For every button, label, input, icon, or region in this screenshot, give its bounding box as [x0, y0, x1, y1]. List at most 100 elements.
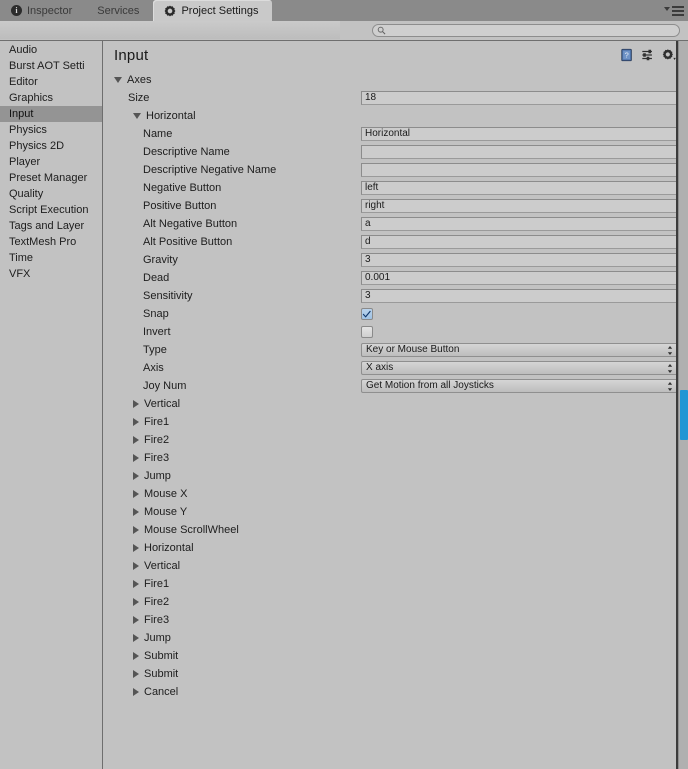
axis-foldout-row[interactable]: Vertical: [103, 395, 688, 413]
axis-foldout-fire2-2[interactable]: Fire2: [103, 596, 169, 608]
axis-foldout-row[interactable]: Horizontal: [103, 539, 688, 557]
sidebar-item-input[interactable]: Input: [0, 106, 102, 122]
axis-foldout-row[interactable]: Mouse X: [103, 485, 688, 503]
axis-foldout-row[interactable]: Cancel: [103, 683, 688, 701]
sidebar-item-quality[interactable]: Quality: [0, 186, 102, 202]
axis-foldout-jump-2[interactable]: Jump: [103, 632, 171, 644]
axis-foldout-row[interactable]: Vertical: [103, 557, 688, 575]
alt-positive-button-input[interactable]: d: [361, 235, 678, 249]
axis-foldout-mouse-scrollwheel[interactable]: Mouse ScrollWheel: [103, 524, 239, 536]
axis-foldout-row[interactable]: Mouse Y: [103, 503, 688, 521]
chevron-right-icon[interactable]: [133, 562, 139, 570]
preset-icon[interactable]: [641, 48, 655, 62]
settings-category-list[interactable]: Audio Burst AOT Setti Editor Graphics In…: [0, 41, 103, 769]
axis-foldout-submit[interactable]: Submit: [103, 650, 178, 662]
sidebar-item-audio[interactable]: Audio: [0, 42, 102, 58]
axis-foldout-fire2[interactable]: Fire2: [103, 434, 169, 446]
sidebar-item-tags-and-layers[interactable]: Tags and Layer: [0, 218, 102, 234]
descriptive-name-input[interactable]: [361, 145, 678, 159]
sidebar-item-script-execution[interactable]: Script Execution: [0, 202, 102, 218]
sidebar-item-time[interactable]: Time: [0, 250, 102, 266]
axis-horizontal-foldout-row[interactable]: Horizontal: [103, 107, 688, 125]
axis-foldout-row[interactable]: Mouse ScrollWheel: [103, 521, 688, 539]
sidebar-item-burst-aot[interactable]: Burst AOT Setti: [0, 58, 102, 74]
axis-foldout-horizontal-2[interactable]: Horizontal: [103, 542, 194, 554]
axis-foldout-vertical[interactable]: Vertical: [103, 398, 180, 410]
search-input[interactable]: [386, 25, 659, 36]
axis-foldout-fire1[interactable]: Fire1: [103, 416, 169, 428]
chevron-right-icon[interactable]: [133, 688, 139, 696]
axis-foldout-row[interactable]: Fire1: [103, 413, 688, 431]
chevron-right-icon[interactable]: [133, 418, 139, 426]
axis-foldout-row[interactable]: Fire2: [103, 593, 688, 611]
axis-foldout-fire3[interactable]: Fire3: [103, 452, 169, 464]
chevron-down-icon[interactable]: [114, 77, 122, 83]
axis-foldout-row[interactable]: Fire2: [103, 431, 688, 449]
axis-dropdown[interactable]: X axis: [361, 361, 678, 375]
chevron-right-icon[interactable]: [133, 526, 139, 534]
axis-foldout-row[interactable]: Submit: [103, 665, 688, 683]
type-dropdown[interactable]: Key or Mouse Button: [361, 343, 678, 357]
joy-num-dropdown[interactable]: Get Motion from all Joysticks: [361, 379, 678, 393]
sidebar-item-editor[interactable]: Editor: [0, 74, 102, 90]
sidebar-item-physics[interactable]: Physics: [0, 122, 102, 138]
tab-inspector[interactable]: i Inspector: [0, 0, 86, 21]
chevron-right-icon[interactable]: [133, 670, 139, 678]
chevron-right-icon[interactable]: [133, 472, 139, 480]
search-field[interactable]: [372, 24, 680, 37]
axes-foldout-row[interactable]: Axes: [103, 71, 688, 89]
sidebar-item-player[interactable]: Player: [0, 154, 102, 170]
tab-project-settings[interactable]: Project Settings: [153, 0, 273, 21]
sensitivity-input[interactable]: 3: [361, 289, 678, 303]
chevron-right-icon[interactable]: [133, 652, 139, 660]
tab-services[interactable]: Services: [86, 0, 153, 21]
window-menu-button[interactable]: [658, 3, 684, 18]
axis-foldout-jump[interactable]: Jump: [103, 470, 171, 482]
axis-foldout-row[interactable]: Jump: [103, 629, 688, 647]
chevron-right-icon[interactable]: [133, 400, 139, 408]
gravity-input[interactable]: 3: [361, 253, 678, 267]
axis-foldout-row[interactable]: Submit: [103, 647, 688, 665]
axis-foldout-row[interactable]: Fire3: [103, 611, 688, 629]
axis-foldout-row[interactable]: Jump: [103, 467, 688, 485]
invert-checkbox[interactable]: [361, 326, 373, 338]
sidebar-item-textmesh-pro[interactable]: TextMesh Pro: [0, 234, 102, 250]
sidebar-item-vfx[interactable]: VFX: [0, 266, 102, 282]
snap-checkbox[interactable]: [361, 308, 373, 320]
chevron-down-icon[interactable]: [133, 113, 141, 119]
name-input[interactable]: Horizontal: [361, 127, 678, 141]
vertical-scrollbar[interactable]: [678, 41, 688, 769]
descriptive-negative-name-input[interactable]: [361, 163, 678, 177]
chevron-right-icon[interactable]: [133, 490, 139, 498]
axis-foldout-row[interactable]: Fire1: [103, 575, 688, 593]
negative-button-input[interactable]: left: [361, 181, 678, 195]
chevron-right-icon[interactable]: [133, 634, 139, 642]
chevron-right-icon[interactable]: [133, 436, 139, 444]
chevron-right-icon[interactable]: [133, 598, 139, 606]
axis-foldout-mouse-x[interactable]: Mouse X: [103, 488, 187, 500]
axes-foldout[interactable]: Axes: [103, 74, 151, 86]
sidebar-item-preset-manager[interactable]: Preset Manager: [0, 170, 102, 186]
positive-button-input[interactable]: right: [361, 199, 678, 213]
dead-input[interactable]: 0.001: [361, 271, 678, 285]
sidebar-item-graphics[interactable]: Graphics: [0, 90, 102, 106]
chevron-right-icon[interactable]: [133, 508, 139, 516]
vertical-scrollbar-thumb[interactable]: [680, 390, 688, 440]
alt-negative-button-input[interactable]: a: [361, 217, 678, 231]
axis-foldout-row[interactable]: Fire3: [103, 449, 688, 467]
chevron-right-icon[interactable]: [133, 616, 139, 624]
axis-foldout-submit-2[interactable]: Submit: [103, 668, 178, 680]
sidebar-item-physics-2d[interactable]: Physics 2D: [0, 138, 102, 154]
axis-foldout-vertical-2[interactable]: Vertical: [103, 560, 180, 572]
axis-foldout-fire3-2[interactable]: Fire3: [103, 614, 169, 626]
axis-foldout-mouse-y[interactable]: Mouse Y: [103, 506, 187, 518]
settings-gear-icon[interactable]: [662, 48, 676, 62]
chevron-right-icon[interactable]: [133, 454, 139, 462]
chevron-right-icon[interactable]: [133, 544, 139, 552]
axis-foldout-fire1-2[interactable]: Fire1: [103, 578, 169, 590]
axis-foldout-cancel[interactable]: Cancel: [103, 686, 178, 698]
size-input[interactable]: 18: [361, 91, 678, 105]
help-icon[interactable]: ?: [620, 48, 634, 62]
chevron-right-icon[interactable]: [133, 580, 139, 588]
axis-horizontal-foldout[interactable]: Horizontal: [103, 110, 196, 122]
